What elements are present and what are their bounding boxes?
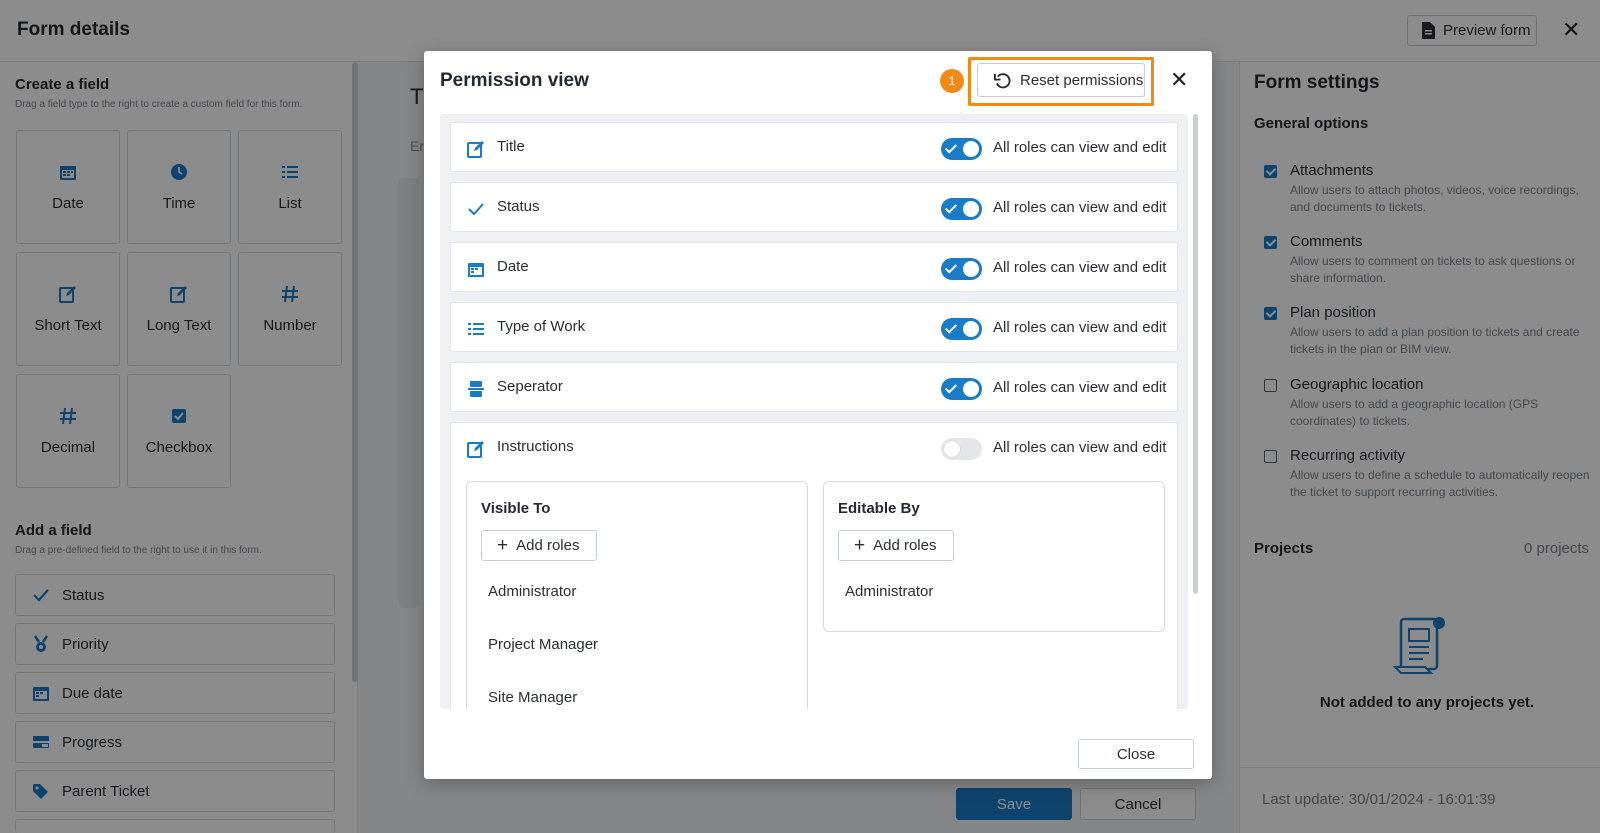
- add-roles-button[interactable]: + Add roles: [481, 530, 597, 561]
- row-label: Status: [497, 198, 540, 215]
- editable-by-box: Editable By + Add roles Administrator: [823, 481, 1165, 632]
- close-icon[interactable]: ✕: [1170, 68, 1188, 92]
- permission-row-status: Status All roles can view and edit: [450, 182, 1178, 232]
- undo-icon: [994, 72, 1011, 88]
- row-label: Seperator: [497, 378, 563, 395]
- edit-icon: [467, 441, 484, 458]
- modal-scrollbar[interactable]: [1193, 114, 1198, 594]
- row-status-text: All roles can view and edit: [993, 199, 1167, 216]
- close-button[interactable]: Close: [1078, 739, 1194, 769]
- permission-toggle[interactable]: [941, 138, 982, 160]
- role-item: Administrator: [488, 583, 577, 600]
- permission-toggle[interactable]: [941, 198, 982, 220]
- permission-toggle[interactable]: [941, 438, 982, 460]
- calendar-icon: [468, 263, 484, 277]
- row-label: Title: [497, 138, 525, 155]
- editable-by-title: Editable By: [838, 500, 920, 517]
- separator-icon: [468, 381, 484, 397]
- row-label: Type of Work: [497, 318, 586, 335]
- list-icon: [468, 323, 484, 335]
- permission-toggle[interactable]: [941, 258, 982, 280]
- permission-row-title: Title All roles can view and edit: [450, 122, 1178, 172]
- row-status-text: All roles can view and edit: [993, 139, 1167, 156]
- row-label: Instructions: [497, 438, 574, 455]
- permission-view-modal: Permission view 1 Reset permissions ✕ Ti…: [424, 51, 1212, 779]
- add-roles-button[interactable]: + Add roles: [838, 530, 954, 561]
- add-roles-label: Add roles: [873, 537, 937, 554]
- row-status-text: All roles can view and edit: [993, 439, 1167, 456]
- check-icon: [468, 203, 484, 216]
- role-item: Site Manager: [488, 689, 578, 706]
- row-status-text: All roles can view and edit: [993, 259, 1167, 276]
- reset-permissions-label: Reset permissions: [1020, 71, 1144, 89]
- plus-icon: +: [497, 535, 509, 556]
- edit-icon: [467, 141, 484, 158]
- visible-to-box: Visible To + Add roles Administrator Pro…: [466, 481, 808, 709]
- permission-row-seperator: Seperator All roles can view and edit: [450, 362, 1178, 412]
- permission-toggle[interactable]: [941, 378, 982, 400]
- add-roles-label: Add roles: [516, 537, 580, 554]
- permission-list: Title All roles can view and edit Status…: [440, 114, 1188, 709]
- row-status-text: All roles can view and edit: [993, 379, 1167, 396]
- visible-to-title: Visible To: [481, 500, 551, 517]
- permission-toggle[interactable]: [941, 318, 982, 340]
- role-item: Project Manager: [488, 636, 599, 653]
- step-badge: 1: [940, 69, 964, 93]
- role-item: Administrator: [845, 583, 934, 600]
- permission-row-date: Date All roles can view and edit: [450, 242, 1178, 292]
- modal-title: Permission view: [440, 70, 589, 91]
- permission-row-instructions: Instructions All roles can view and edit…: [450, 422, 1178, 709]
- permission-row-type-of-work: Type of Work All roles can view and edit: [450, 302, 1178, 352]
- plus-icon: +: [854, 535, 866, 556]
- reset-permissions-button[interactable]: Reset permissions: [977, 63, 1145, 97]
- row-status-text: All roles can view and edit: [993, 319, 1167, 336]
- row-label: Date: [497, 258, 529, 275]
